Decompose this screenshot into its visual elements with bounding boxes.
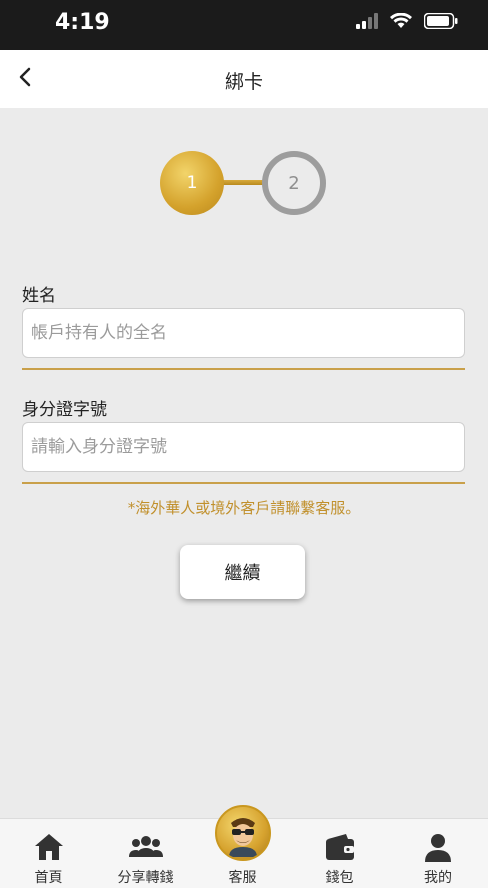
status-time: 4:19 (55, 10, 110, 35)
step-connector (220, 180, 264, 185)
home-icon (32, 831, 66, 863)
tab-share-transfer[interactable]: 分享轉錢 (97, 819, 194, 888)
tab-customer-service[interactable]: 客服 (194, 805, 291, 888)
tab-profile[interactable]: 我的 (388, 819, 488, 888)
person-icon (421, 831, 455, 863)
continue-button[interactable]: 繼續 (180, 545, 305, 599)
step-2-indicator: 2 (262, 151, 326, 215)
overseas-notice: *海外華人或境外客戶請聯繫客服。 (127, 499, 361, 517)
status-icons (356, 12, 458, 33)
page-title: 綁卡 (224, 71, 263, 93)
name-label: 姓名 (22, 286, 56, 306)
tab-customer-service-label: 客服 (228, 870, 257, 886)
tab-profile-label: 我的 (424, 870, 452, 886)
name-divider (22, 368, 465, 370)
support-avatar-icon (214, 805, 271, 861)
name-input[interactable] (22, 308, 465, 358)
id-label: 身分證字號 (22, 400, 107, 420)
tab-wallet[interactable]: 錢包 (291, 819, 388, 888)
group-icon (128, 831, 163, 863)
tab-share-transfer-label: 分享轉錢 (117, 870, 174, 886)
wifi-icon (390, 12, 412, 33)
signal-icon (356, 13, 378, 33)
id-divider (22, 482, 465, 484)
nav-bar: 綁卡 (0, 50, 488, 108)
tab-home-label: 首頁 (34, 870, 63, 886)
tab-wallet-label: 錢包 (325, 870, 354, 886)
id-number-input[interactable] (22, 422, 465, 472)
wallet-icon (323, 831, 357, 863)
status-bar: 4:19 (0, 0, 488, 50)
tab-home[interactable]: 首頁 (0, 819, 97, 888)
progress-stepper: 1 2 (160, 151, 330, 215)
battery-icon (423, 12, 458, 33)
step-1-indicator: 1 (160, 151, 224, 215)
tab-bar: 首頁 分享轉錢 客服 錢包 我的 (0, 805, 488, 888)
